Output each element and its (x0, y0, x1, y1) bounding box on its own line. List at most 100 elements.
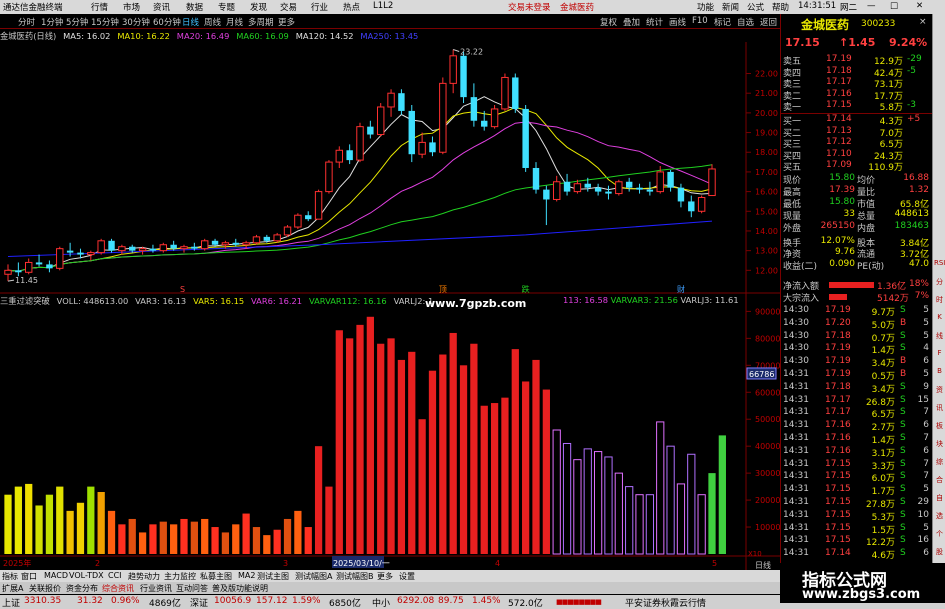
indicator-tab[interactable]: 测试幅图A (295, 571, 332, 582)
volume-bar[interactable] (128, 518, 136, 554)
candle[interactable] (460, 55, 467, 98)
candle[interactable] (191, 246, 198, 249)
close-icon[interactable]: ✕ (916, 1, 923, 11)
indicator-tab[interactable]: 更多 (377, 571, 393, 582)
timeframe-tab[interactable]: 多周期 (248, 16, 274, 28)
indicator-tab[interactable]: 测试主图 (257, 571, 289, 582)
side-tab[interactable]: 自 (934, 493, 945, 503)
candle[interactable] (35, 262, 43, 265)
candle[interactable] (180, 246, 188, 250)
volume-bar[interactable] (408, 351, 416, 554)
volume-bar[interactable] (45, 494, 54, 554)
candle[interactable] (408, 110, 415, 155)
volume-bar[interactable] (356, 324, 364, 554)
candle[interactable] (470, 97, 478, 121)
volume-bar[interactable] (377, 343, 385, 554)
candle[interactable] (314, 191, 323, 220)
candle[interactable] (242, 242, 250, 246)
menu-item[interactable]: 公式 (747, 1, 764, 13)
candle[interactable] (77, 252, 84, 255)
candle[interactable] (605, 191, 612, 194)
menu-item[interactable]: 热点 (343, 1, 360, 13)
candle[interactable] (170, 244, 177, 249)
volume-bar[interactable] (190, 521, 198, 554)
volume-bar[interactable] (14, 486, 22, 554)
menu-item[interactable]: 行情 (91, 1, 108, 13)
candle[interactable] (543, 189, 550, 200)
candle[interactable] (159, 244, 168, 252)
legend-indicator[interactable]: 三重过滤突破 (0, 296, 50, 306)
volume-bar[interactable] (397, 359, 406, 554)
timeframe-tab[interactable]: 1分钟 (41, 16, 63, 28)
volume-bar[interactable] (201, 518, 209, 554)
candle[interactable] (108, 240, 115, 251)
indicator-tab[interactable]: 主力监控 (164, 571, 196, 582)
timeframe-more[interactable]: 更多 (278, 16, 295, 28)
indicator-tab[interactable]: VOL-TDX (69, 571, 104, 580)
volume-bar[interactable] (501, 397, 509, 554)
volume-bar[interactable] (149, 524, 157, 554)
volume-bar[interactable] (159, 521, 167, 554)
side-tab[interactable]: 个 (934, 529, 945, 539)
extension-tab[interactable]: 互动问答 (176, 583, 208, 594)
candle[interactable] (532, 167, 540, 190)
candle[interactable] (501, 76, 509, 110)
menu-item[interactable]: 专题 (218, 1, 235, 13)
volume-bar[interactable] (232, 524, 240, 554)
window-tab[interactable]: 网二 (840, 1, 857, 13)
volume-bar[interactable] (366, 316, 374, 554)
volume-bar[interactable] (439, 354, 447, 554)
menu-item[interactable]: 资讯 (153, 1, 170, 13)
candle[interactable] (615, 181, 623, 195)
volume-bar[interactable] (645, 494, 655, 555)
candle[interactable] (346, 150, 353, 161)
candle[interactable] (636, 187, 643, 190)
volume-bar[interactable] (718, 435, 726, 554)
menu-item[interactable]: 发现 (250, 1, 267, 13)
volume-bar[interactable] (76, 502, 85, 554)
volume-bar[interactable] (118, 524, 126, 554)
volume-bar[interactable] (314, 446, 323, 554)
candle[interactable] (305, 215, 312, 220)
candle[interactable] (232, 242, 239, 245)
candle[interactable] (490, 108, 499, 128)
timeframe-tab[interactable]: 月线 (226, 16, 243, 28)
volume-bar[interactable] (687, 453, 696, 555)
candle[interactable] (24, 261, 33, 273)
volume-bar[interactable] (304, 527, 312, 554)
candle[interactable] (563, 181, 571, 192)
indicator-tab[interactable]: MACD (44, 571, 68, 580)
toolbar-action[interactable]: 自选 (737, 16, 754, 28)
index-name[interactable]: 深证 (190, 596, 208, 609)
side-tab[interactable]: B (934, 367, 945, 375)
volume-bar[interactable] (666, 445, 675, 555)
volume-bar[interactable] (428, 370, 437, 554)
volume-bar[interactable] (4, 494, 12, 554)
candle[interactable] (625, 181, 633, 188)
volume-bar[interactable] (97, 492, 105, 554)
timeframe-tab[interactable]: 5分钟 (66, 16, 88, 28)
candle[interactable] (56, 248, 64, 269)
side-tab[interactable]: 股 (934, 547, 945, 557)
login-status[interactable]: 交易未登录 (508, 1, 551, 13)
menu-item[interactable]: 帮助 (772, 1, 789, 13)
volume-bar[interactable] (252, 527, 261, 554)
quote-close-icon[interactable]: × (919, 17, 927, 27)
volume-bar[interactable] (56, 486, 64, 554)
candle[interactable] (200, 240, 209, 250)
timeframe-tab[interactable]: 分时 (18, 16, 35, 28)
candle[interactable] (376, 106, 385, 136)
candle[interactable] (398, 93, 405, 111)
toolbar-action[interactable]: 画线 (669, 16, 686, 28)
volume-bar[interactable] (138, 532, 147, 554)
candle[interactable] (449, 55, 457, 84)
indicator-tab[interactable]: 测试幅图B (336, 571, 374, 582)
candle[interactable] (15, 270, 22, 273)
candle[interactable] (512, 77, 519, 109)
volume-bar[interactable] (211, 527, 219, 554)
candle[interactable] (87, 252, 95, 256)
indicator-tab[interactable]: 窗口 (21, 571, 37, 582)
volume-bar[interactable] (107, 510, 116, 554)
toolbar-action[interactable]: 统计 (646, 16, 663, 28)
timeframe-tab[interactable]: 15分钟 (91, 16, 119, 28)
